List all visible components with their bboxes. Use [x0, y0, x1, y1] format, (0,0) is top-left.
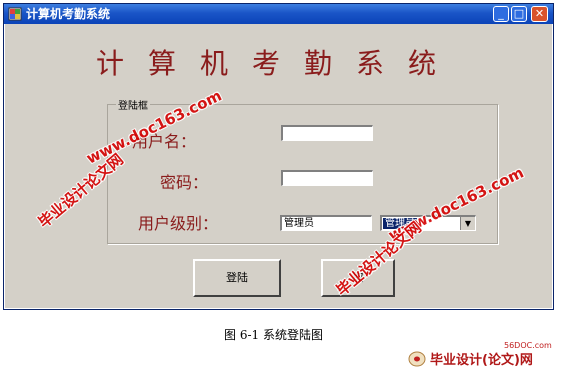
- login-button[interactable]: 登陆: [193, 259, 281, 297]
- system-heading: 计算机考勤系统: [96, 47, 461, 80]
- dropdown-arrow-icon[interactable]: ▼: [460, 217, 475, 230]
- username-input[interactable]: [281, 125, 373, 141]
- svg-text:毕业设计(论文)网: 毕业设计(论文)网: [430, 352, 533, 368]
- close-button[interactable]: ✕: [531, 6, 548, 22]
- maximize-button[interactable]: □: [511, 6, 527, 22]
- minimize-button[interactable]: _: [493, 6, 509, 22]
- user-level-textbox[interactable]: 管理员: [280, 215, 372, 231]
- window-title: 计算机考勤系统: [26, 7, 111, 21]
- corner-site-text: 56DOC.com: [504, 341, 552, 350]
- password-label: 密码：: [160, 173, 209, 192]
- user-level-label: 用户级别：: [138, 214, 219, 233]
- title-bar[interactable]: 计算机考勤系统 _ □ ✕: [4, 4, 553, 24]
- groupbox-legend: 登陆框: [116, 97, 150, 112]
- app-icon: [8, 7, 22, 21]
- minimize-icon: _: [498, 7, 504, 20]
- figure-caption: 图 6-1 系统登陆图: [224, 328, 323, 342]
- corner-logo: 毕业设计(论文)网: [408, 351, 533, 368]
- close-icon: ✕: [534, 7, 545, 20]
- maximize-icon: □: [513, 7, 525, 20]
- password-input[interactable]: [281, 170, 373, 186]
